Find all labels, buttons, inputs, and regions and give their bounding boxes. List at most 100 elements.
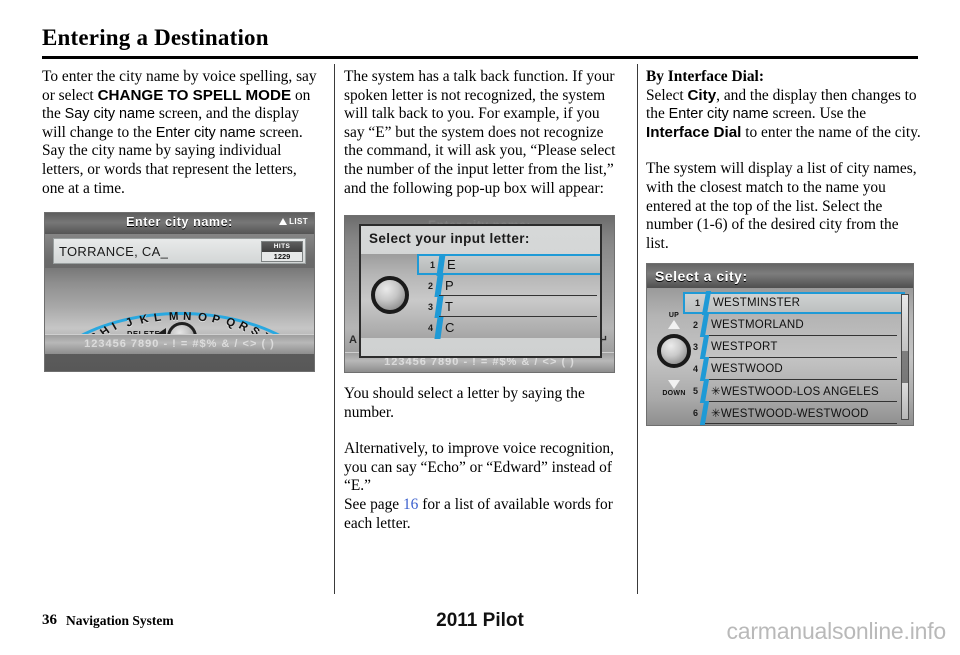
column-divider-1 [334, 64, 335, 594]
city-list-item[interactable]: 6 ✳WESTWOOD-WESTWOOD [683, 401, 905, 425]
hits-badge-label: HITS [262, 242, 302, 252]
city-divider-accent [699, 335, 710, 359]
city-list-item-name: WESTWOOD [711, 363, 783, 375]
input-letter-popup-body: 1E2P3T4C [361, 253, 600, 339]
alphabet-key-K[interactable]: K [138, 313, 149, 327]
city-list-item[interactable]: 3 WESTPORT [683, 335, 905, 359]
screenshot-select-input-letter: Enter city name: A ↵ 123456 7890 - ! = #… [344, 215, 615, 373]
title-rule [42, 56, 918, 59]
page-title: Entering a Destination [42, 25, 269, 50]
alphabet-keyboard-area: ABCDEFGHIJKLMNOPQRSTUVWXYZ DELETE ↵ 1234… [45, 268, 314, 354]
scrollbar-thumb-top[interactable] [902, 295, 908, 351]
alphabet-key-M[interactable]: M [168, 311, 178, 324]
enter-city-header-title: Enter city name: [126, 215, 233, 229]
spell-mode-text-run-1: CHANGE TO SPELL MODE [97, 86, 292, 104]
spell-mode-text-run-6: screen. [255, 123, 303, 141]
interface-dial-text-run-3: Enter city name [668, 106, 769, 123]
city-name-input-value: TORRANCE, CA_ [59, 243, 169, 259]
input-letter-option-T[interactable]: 3T [417, 295, 600, 318]
city-list-item[interactable]: 2 WESTMORLAND [683, 313, 905, 337]
input-letter-option-C[interactable]: 4C [417, 316, 600, 339]
city-list-item-name: WESTMORLAND [711, 319, 804, 331]
city-list[interactable]: 1 WESTMINSTER 2 WESTMORLAND 3 WESTPORT 4 WESTWO… [683, 291, 911, 425]
triangle-up-icon [668, 320, 680, 329]
alphabet-key-P[interactable]: P [210, 313, 221, 327]
interface-dial-text-run-1: City [687, 86, 717, 104]
city-list-item[interactable]: 5 ✳WESTWOOD-LOS ANGELES [683, 379, 905, 403]
paragraph-alternatively: Alternatively, to improve voice recognit… [344, 440, 622, 533]
city-list-item[interactable]: 1 WESTMINSTER [683, 291, 905, 315]
input-letter-option-list[interactable]: 1E2P3T4C [417, 253, 600, 339]
list-button-label: LIST [289, 217, 308, 226]
city-list-item-name: ✳WESTWOOD-LOS ANGELES [711, 386, 879, 398]
page-cross-reference[interactable]: 16 [403, 496, 418, 513]
city-list-item-number: 4 [692, 364, 698, 374]
city-list-item-number: 3 [692, 342, 698, 352]
alphabet-key-I[interactable]: I [110, 321, 119, 333]
middle-column-text-top: The system has a talk back function. If … [344, 68, 622, 198]
input-letter-popup-title: Select your input letter: [369, 231, 530, 246]
city-list-item-number: 5 [692, 386, 698, 396]
paragraph-select-by-number: You should select a letter by saying the… [344, 385, 585, 421]
right-column-text: By Interface Dial: Select City, and the … [646, 68, 924, 253]
paragraph-spell-mode: To enter the city name by voice spelling… [42, 68, 320, 142]
left-column: To enter the city name by voice spelling… [42, 68, 320, 198]
paragraph-interface-dial: Select City, and the display then change… [646, 87, 924, 143]
interface-dial-text-run-6: to enter the name of the city. [741, 123, 921, 141]
screenshot-enter-city-name: Enter city name: LIST TORRANCE, CA_ HITS… [44, 212, 315, 372]
option-divider-accent [434, 295, 444, 318]
interface-dial-text-run-0: Select [646, 86, 688, 104]
hits-badge: HITS 1229 [261, 241, 303, 262]
city-list-item-number: 1 [694, 298, 700, 308]
city-divider-accent [699, 401, 710, 425]
alphabet-key-L[interactable]: L [153, 312, 162, 325]
left-column-text: To enter the city name by voice spelling… [42, 68, 320, 198]
option-divider-accent [436, 253, 446, 276]
city-divider-accent [701, 291, 712, 315]
alphabet-key-Q[interactable]: Q [224, 316, 237, 331]
enter-city-header-bar: Enter city name: LIST [45, 213, 314, 234]
city-list-scrollbar[interactable] [901, 294, 909, 420]
city-list-item[interactable]: 4 WESTWOOD [683, 357, 905, 381]
column-divider-2 [637, 64, 638, 594]
city-list-item-name: WESTPORT [711, 341, 778, 353]
city-divider-accent [699, 379, 710, 403]
interface-dial-icon[interactable] [371, 276, 409, 314]
input-letter-option-P[interactable]: 2P [417, 274, 600, 297]
spell-mode-text-run-5: Enter city name [155, 124, 256, 141]
city-divider-accent [699, 357, 710, 381]
list-button[interactable]: LIST [279, 217, 308, 226]
input-letter-option-label: P [445, 278, 455, 293]
alt-text-before: Alternatively, to improve voice recognit… [344, 440, 614, 495]
middle-column-text-bottom: You should select a letter by saying the… [344, 385, 622, 533]
alphabet-key-R[interactable]: R [236, 320, 249, 335]
option-divider-accent [434, 274, 444, 297]
spell-mode-text-run-3: Say city name [64, 106, 156, 123]
watermark: carmanualsonline.info [726, 618, 946, 644]
input-letter-option-number: 1 [429, 259, 435, 270]
option-divider-accent [434, 316, 444, 339]
numeric-symbol-strip[interactable]: 123456 7890 - ! = #$% & / <> ( ) [45, 334, 314, 354]
input-letter-option-E[interactable]: 1E [417, 253, 600, 276]
right-column-heading: By Interface Dial: [646, 68, 764, 85]
paragraph-say-letters: Say the city name by saying individual l… [42, 142, 297, 197]
scrollbar-thumb-bottom[interactable] [902, 383, 908, 419]
input-letter-option-number: 4 [427, 322, 433, 333]
input-letter-option-label: E [447, 257, 457, 272]
middle-column: The system has a talk back function. If … [344, 68, 622, 198]
alphabet-key-O[interactable]: O [197, 311, 208, 324]
see-page-prefix: See page [344, 495, 403, 513]
interface-dial-text-run-5: Interface Dial [646, 123, 742, 141]
city-list-item-name: ✳WESTWOOD-WESTWOOD [711, 408, 869, 420]
select-city-header-bar: Select a city: [647, 264, 913, 288]
select-city-body: UP DOWN 1 WESTMINSTER 2 WESTMORLAND 3 WESTPOR… [647, 288, 913, 425]
city-list-item-number: 6 [692, 408, 698, 418]
city-name-input[interactable]: TORRANCE, CA_ HITS 1229 [53, 238, 306, 264]
city-list-item-name: WESTMINSTER [713, 297, 801, 309]
input-letter-option-label: C [445, 320, 455, 335]
interface-dial-text-run-4: screen. Use the [768, 105, 867, 123]
city-list-item-number: 2 [692, 320, 698, 330]
row-separator [705, 423, 897, 424]
city-divider-accent [699, 313, 710, 337]
select-city-header-title: Select a city: [655, 268, 748, 284]
